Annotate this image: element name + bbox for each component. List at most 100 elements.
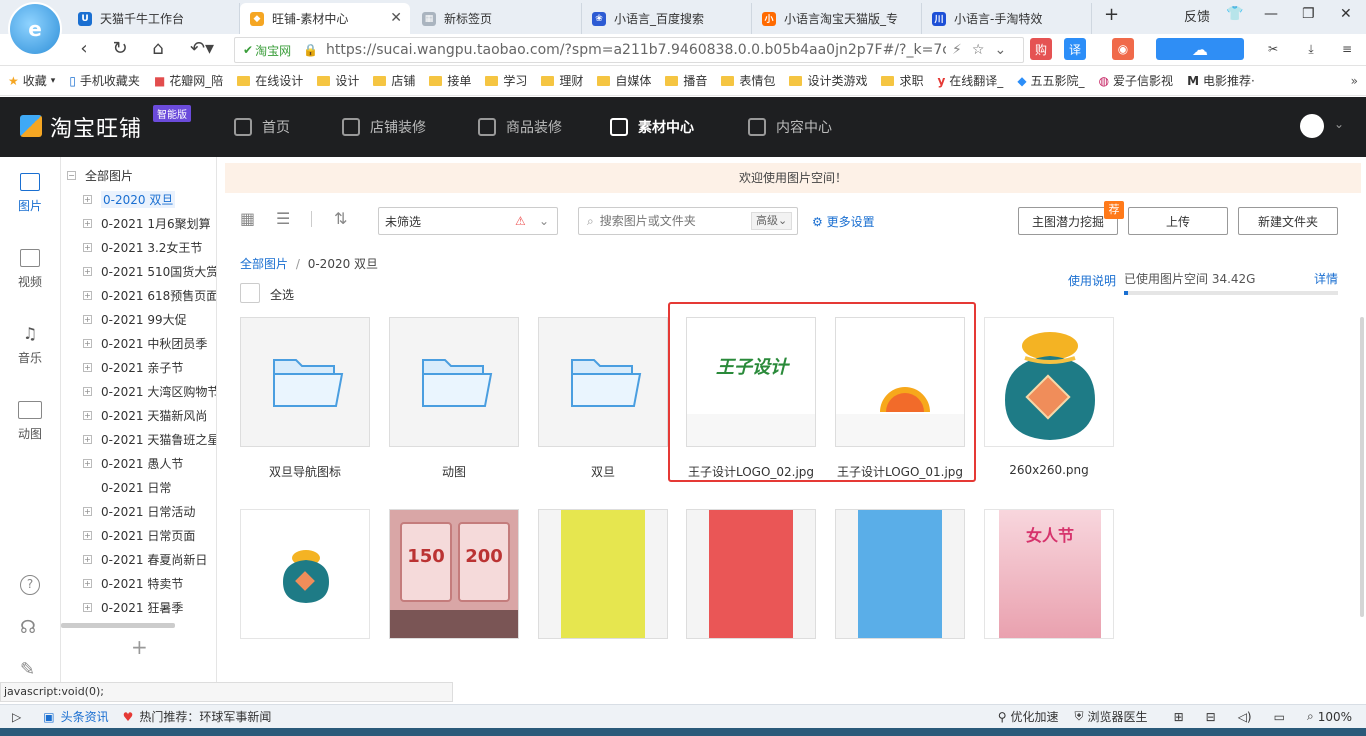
new-folder-button[interactable]: 新建文件夹 [1238, 207, 1338, 235]
bookmark-folder[interactable]: 学习 [485, 72, 527, 89]
sidebar-toggle-icon[interactable]: ▷ [12, 710, 21, 724]
list-view-icon[interactable]: ☰ [276, 209, 290, 228]
browser-doctor-button[interactable]: 浏览器医生 [1088, 708, 1148, 725]
expand-icon[interactable]: + [83, 578, 92, 588]
bookmark-item[interactable]: ◍ 爱子信影视 [1099, 72, 1174, 89]
download-icon[interactable]: ⤓ [1300, 38, 1322, 60]
cloud-ext-icon[interactable]: ☁ [1156, 38, 1244, 60]
tree-folder-item[interactable]: +0-2021 亲子节 [83, 355, 216, 379]
home-icon[interactable]: ⌂ [146, 38, 170, 59]
bookmark-folder[interactable]: 设计类游戏 [789, 72, 867, 89]
tree-folder-item[interactable]: +0-2021 愚人节 [83, 451, 216, 475]
tree-folder-item[interactable]: +0-2021 天猫新风尚 [83, 403, 216, 427]
refresh-icon[interactable]: ↻ [108, 38, 132, 59]
undo-icon[interactable]: ↶▾ [184, 38, 220, 59]
bookmark-favorites[interactable]: ★ 收藏 ▾ [8, 72, 55, 89]
tree-folder-item[interactable]: +0-2021 天猫鲁班之星 [83, 427, 216, 451]
vertical-scrollbar[interactable] [1360, 317, 1364, 617]
translate-ext-icon[interactable]: 译 [1064, 38, 1086, 60]
bookmark-folder[interactable]: 自媒体 [597, 72, 651, 89]
bookmark-folder[interactable]: 播音 [665, 72, 707, 89]
grid-view-icon[interactable]: ▦ [240, 209, 255, 228]
speedup-button[interactable]: 优化加速 [1011, 708, 1059, 725]
tree-scrollbar[interactable] [61, 623, 175, 628]
more-settings-link[interactable]: ⚙ 更多设置 [812, 213, 875, 230]
tree-folder-item[interactable]: +0-2021 618预售页面 [83, 283, 216, 307]
tree-folder-item[interactable]: +0-2021 99大促 [83, 307, 216, 331]
tree-folder-item[interactable]: +0-2021 1月6聚划算 [83, 211, 216, 235]
folder-card[interactable] [240, 317, 370, 447]
tree-folder-item[interactable]: +0-2021 中秋团员季 [83, 331, 216, 355]
network-icon[interactable]: ⊞ [1174, 710, 1184, 724]
more-bookmarks-icon[interactable]: » [1351, 74, 1358, 88]
tree-folder-item[interactable]: +0-2021 日常 [83, 475, 216, 499]
star-icon[interactable]: ☆ [972, 42, 985, 58]
tree-folder-item[interactable]: +0-2021 3.2女王节 [83, 235, 216, 259]
menu-icon[interactable]: ≡ [1336, 38, 1358, 60]
nav-materials[interactable]: 素材中心 [610, 97, 694, 157]
tree-folder-item[interactable]: +0-2021 春夏尚新日 [83, 547, 216, 571]
collapse-icon[interactable]: − [67, 170, 76, 180]
expand-icon[interactable]: + [83, 266, 92, 276]
chevron-down-icon[interactable]: ⌄ [1334, 117, 1344, 131]
select-all-checkbox[interactable] [240, 283, 260, 303]
rail-images[interactable]: 图片 [0, 173, 60, 214]
hot-news-link[interactable]: 热门推荐：环球军事新闻 [139, 708, 271, 725]
feedback-link[interactable]: 反馈 [1184, 6, 1210, 25]
headset-icon[interactable]: ☊ [20, 617, 36, 638]
main-image-mining-button[interactable]: 主图潜力挖掘 [1018, 207, 1118, 235]
help-icon[interactable]: ? [20, 575, 40, 595]
expand-icon[interactable]: + [83, 506, 92, 516]
bookmark-folder[interactable]: 店铺 [373, 72, 415, 89]
game-ext-icon[interactable]: ◉ [1112, 38, 1134, 60]
volume-icon[interactable]: ◁) [1238, 710, 1252, 724]
expand-icon[interactable]: + [83, 218, 92, 228]
filter-select[interactable]: 未筛选 ⚠ ⌄ [378, 207, 558, 235]
tree-folder-item[interactable]: +0-2021 510国货大赏 [83, 259, 216, 283]
bookmark-item[interactable]: ■ 花瓣网_陪 [154, 72, 223, 89]
tree-root[interactable]: − 全部图片 [67, 163, 216, 187]
tree-folder-item[interactable]: +0-2021 狂暑季 [83, 595, 216, 619]
tree-folder-item[interactable]: +0-2021 特卖节 [83, 571, 216, 595]
maximize-icon[interactable]: ❐ [1302, 6, 1315, 22]
image-card[interactable] [835, 509, 965, 639]
tree-folder-item[interactable]: +0-2021 大湾区购物节 [83, 379, 216, 403]
avatar[interactable] [1300, 114, 1324, 138]
rail-videos[interactable]: 视频 [0, 249, 60, 290]
tab-xiaoyuyan-effects[interactable]: 川小语言-手淘特效 [922, 3, 1092, 34]
folder-card[interactable] [538, 317, 668, 447]
image-card[interactable]: 150 200 [389, 509, 519, 639]
nav-item-decor[interactable]: 商品装修 [478, 97, 562, 157]
zoom-level[interactable]: 100% [1318, 710, 1352, 724]
bookmark-item[interactable]: ◆ 五五影院_ [1017, 72, 1084, 89]
expand-icon[interactable]: + [83, 434, 92, 444]
image-card[interactable] [686, 509, 816, 639]
bookmark-folder[interactable]: 设计 [317, 72, 359, 89]
image-card[interactable] [240, 509, 370, 639]
tree-folder-item[interactable]: +0-2021 日常活动 [83, 499, 216, 523]
tab-qianniu[interactable]: U 天猫千牛工作台 [68, 3, 240, 34]
vr-icon[interactable]: ⊟ [1206, 710, 1216, 724]
advanced-search-button[interactable]: 高级⌄ [751, 212, 793, 230]
bookmark-item[interactable]: M 电影推荐· [1187, 72, 1255, 89]
bookmark-item[interactable]: y 在线翻译_ [937, 72, 1003, 89]
expand-icon[interactable]: + [83, 530, 92, 540]
expand-icon[interactable]: + [83, 194, 92, 204]
image-card[interactable]: 女人节 [984, 509, 1114, 639]
bookmark-folder[interactable]: 在线设计 [237, 72, 303, 89]
tree-folder-item[interactable]: +0-2020 双旦 [83, 187, 216, 211]
expand-icon[interactable]: + [83, 314, 92, 324]
window-icon[interactable]: ▭ [1274, 710, 1285, 724]
new-tab-icon[interactable]: + [1104, 4, 1119, 25]
expand-icon[interactable]: + [83, 362, 92, 372]
url-dropdown-icon[interactable]: ⌄ [994, 42, 1006, 58]
close-icon[interactable]: ✕ [390, 10, 402, 26]
image-card[interactable] [538, 509, 668, 639]
window-close-icon[interactable]: ✕ [1340, 6, 1352, 22]
bookmark-folder[interactable]: 求职 [881, 72, 923, 89]
image-card[interactable] [984, 317, 1114, 447]
nav-content[interactable]: 内容中心 [748, 97, 832, 157]
bookmark-folder[interactable]: 表情包 [721, 72, 775, 89]
upload-button[interactable]: 上传 [1128, 207, 1228, 235]
nav-shop-decor[interactable]: 店铺装修 [342, 97, 426, 157]
